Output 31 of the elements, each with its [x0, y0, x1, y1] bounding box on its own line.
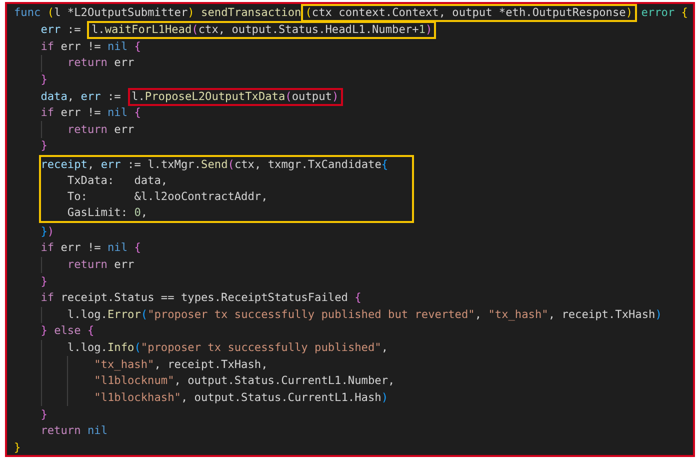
highlight-box: (ctx context.Context, output *eth.OutputResponse)	[301, 4, 637, 22]
code-text: l.log.Error("proposer tx successfully published but reverted", "tx_hash", receipt.TxHash)	[67, 308, 662, 322]
code-text: To: &l.l2ooContractAddr,	[67, 190, 268, 204]
code-text: }	[40, 139, 48, 154]
code-text: if err != nil {	[40, 40, 141, 54]
code-text: }	[40, 72, 48, 87]
code-text: err :=	[40, 22, 82, 37]
code-text: if receipt.Status == types.ReceiptStatusFailed {	[40, 291, 362, 306]
code-text: }	[14, 440, 21, 455]
code-text: return nil	[40, 424, 108, 438]
code-text: "l1blocknum", output.Status.CurrentL1.Number,	[94, 374, 395, 388]
code-text: GasLimit: 0,	[67, 206, 148, 220]
highlight-box: l.waitForL1Head(ctx, output.Status.HeadL1.Number+1)	[87, 20, 436, 39]
code-text: })	[40, 224, 54, 239]
code-text: return err	[67, 258, 134, 272]
code-text: l.log.Info("proposer tx successfully published",	[67, 341, 388, 356]
code-text: }	[40, 408, 48, 422]
code-text: error {	[640, 6, 688, 20]
highlight-box: l.ProposeL2OutputTxData(output)	[128, 88, 343, 106]
code-text: } else {	[40, 324, 94, 338]
code-text: "tx_hash", receipt.TxHash,	[94, 358, 268, 372]
code-text: receipt, err := l.txMgr.Send(ctx, txmgr.TxCandidate{	[40, 158, 388, 172]
code-text: if err != nil {	[40, 241, 141, 256]
code-text: func (l *L2OutputSubmitter) sendTransaction	[14, 6, 302, 20]
code-text: if err != nil {	[40, 106, 141, 120]
code-text: data, err :=	[40, 90, 122, 104]
code-text: return err	[67, 56, 134, 70]
code-text: "l1blockhash", output.Status.CurrentL1.Hash)	[94, 391, 388, 406]
code-text: TxData: data,	[67, 174, 168, 188]
code-text: }	[40, 274, 48, 289]
code-text: return err	[67, 122, 134, 137]
